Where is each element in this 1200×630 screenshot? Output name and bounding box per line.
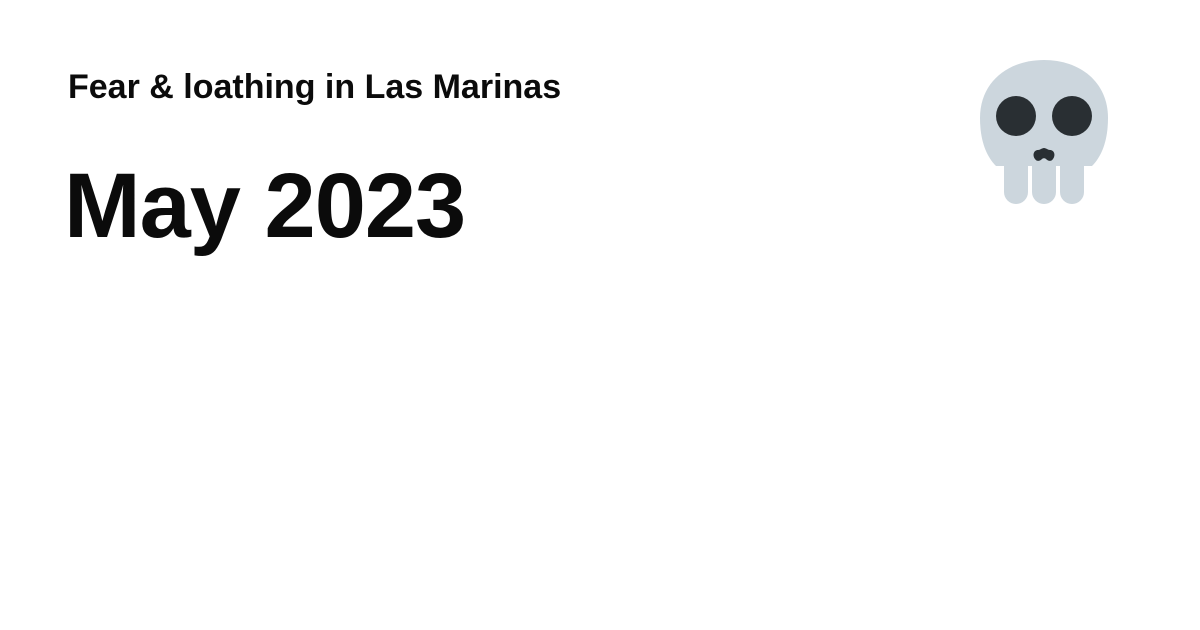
site-title: Fear & loathing in Las Marinas bbox=[68, 68, 562, 106]
social-card: Fear & loathing in Las Marinas May 2023 bbox=[0, 0, 1200, 630]
skull-icon bbox=[980, 60, 1108, 204]
page-title: May 2023 bbox=[64, 155, 466, 257]
